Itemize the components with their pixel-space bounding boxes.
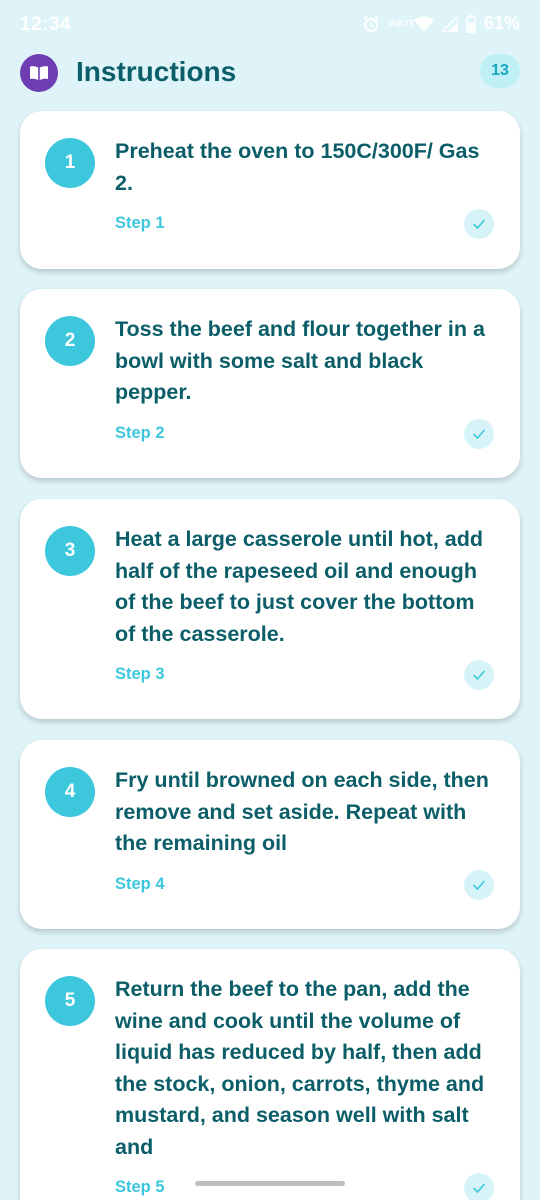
step-count-badge: 13 — [480, 54, 520, 88]
check-icon[interactable] — [464, 1173, 494, 1200]
battery-percent: 61% — [483, 13, 520, 33]
page-title: Instructions — [76, 56, 237, 87]
step-text: Fry until browned on each side, then rem… — [115, 768, 489, 855]
status-time: 12:34 — [20, 14, 72, 35]
check-icon[interactable] — [464, 660, 494, 690]
step-card[interactable]: 2 Toss the beef and flour together in a b… — [20, 289, 520, 478]
step-number-badge: 2 — [45, 316, 95, 366]
step-number-badge: 3 — [45, 526, 95, 576]
step-card[interactable]: 4 Fry until browned on each side, then re… — [20, 740, 520, 929]
status-icons: Vo) LTE 61% — [362, 13, 520, 34]
book-icon — [20, 54, 58, 92]
step-label: Step 3 — [115, 665, 165, 683]
home-indicator[interactable] — [195, 1181, 345, 1186]
step-label: Step 2 — [115, 423, 165, 442]
step-number-badge: 5 — [45, 976, 95, 1026]
volte-icon: Vo) LTE — [387, 18, 415, 28]
battery-icon — [465, 14, 476, 33]
step-card[interactable]: 5 Return the beef to the pan, add the win… — [20, 949, 520, 1200]
check-icon[interactable] — [464, 869, 494, 900]
step-text: Preheat the oven to 150C/300F/ Gas 2. — [115, 139, 480, 195]
step-text: Toss the beef and flour together in a bo… — [115, 317, 485, 404]
volte-top-text: Vo) — [387, 18, 401, 28]
step-card[interactable]: 1 Preheat the oven to 150C/300F/ Gas 2. St… — [20, 111, 520, 269]
wifi-icon — [413, 16, 434, 32]
alarm-icon — [362, 15, 380, 33]
header: Instructions 13 — [0, 52, 540, 96]
check-icon[interactable] — [464, 418, 494, 449]
step-label: Step 4 — [115, 874, 165, 893]
check-icon[interactable] — [464, 209, 494, 239]
step-text: Heat a large casserole until hot, add ha… — [115, 527, 483, 646]
step-number-badge: 4 — [45, 767, 95, 817]
step-label: Step 1 — [115, 214, 165, 232]
signal-icon — [441, 15, 458, 32]
step-card[interactable]: 3 Heat a large casserole until hot, add h… — [20, 499, 520, 719]
step-text: Return the beef to the pan, add the wine… — [115, 977, 485, 1159]
step-number-badge: 1 — [45, 138, 95, 188]
volte-bottom-text: LTE — [400, 18, 415, 28]
status-bar: 12:34 Vo) LTE 61% — [0, 0, 540, 52]
step-label: Step 5 — [115, 1178, 165, 1196]
